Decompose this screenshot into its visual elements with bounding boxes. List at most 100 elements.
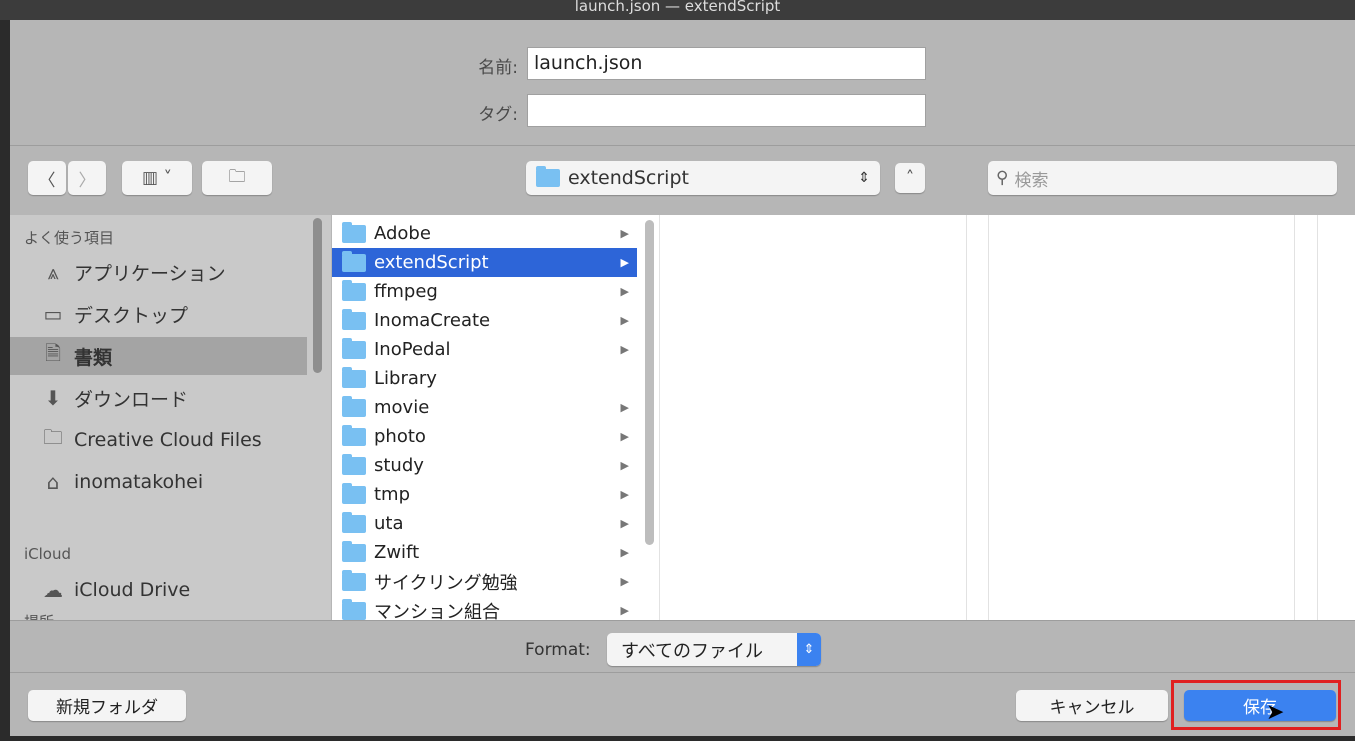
sidebar-item-documents[interactable]: 🗎 書類 [10,337,307,375]
sidebar-item-label: Creative Cloud Files [74,429,262,451]
folder-name: マンション組合 [374,601,500,621]
folder-row[interactable]: InomaCreate ▶ [332,306,637,335]
search-field[interactable]: ⚲ 検索 [988,161,1337,195]
name-field[interactable]: launch.json [527,47,926,80]
sidebar-item-label: inomatakohei [74,471,204,493]
disclosure-arrow-icon: ▶ [620,430,629,443]
column-scrollbar[interactable] [645,220,654,545]
disclosure-arrow-icon: ▶ [620,314,629,327]
save-button[interactable]: 保存 [1184,690,1336,721]
updown-chevron-icon: ⇕ [858,170,870,186]
folder-row[interactable]: study ▶ [332,451,637,480]
folder-name: tmp [374,484,411,505]
name-label: 名前: [478,58,518,78]
location-label: extendScript [568,167,689,189]
disclosure-arrow-icon: ▶ [620,285,629,298]
folder-icon [536,166,560,187]
applications-icon: ⩓ [47,260,59,284]
new-folder-icon-button[interactable]: 🗀 [202,161,272,195]
folder-icon [342,395,366,417]
folder-name: Adobe [374,223,431,244]
home-icon: ⌂ [46,470,60,494]
folder-name: InoPedal [374,339,451,360]
folder-row[interactable]: Library [332,364,637,393]
folder-name: ffmpeg [374,281,438,302]
folder-row[interactable]: extendScript ▶ [332,248,637,277]
sidebar-item-desktop[interactable]: ▭ デスクトップ [10,295,307,333]
sidebar-item-applications[interactable]: ⩓ アプリケーション [10,253,307,291]
cancel-button[interactable]: キャンセル [1016,690,1168,721]
folder-name: photo [374,426,426,447]
chevron-left-icon: 〈 [38,170,56,191]
folder-icon [342,424,366,446]
search-icon: ⚲ [996,168,1009,188]
disclosure-arrow-icon: ▶ [620,604,629,617]
disclosure-arrow-icon: ▶ [620,575,629,588]
disclosure-arrow-icon: ▶ [620,401,629,414]
search-placeholder: 検索 [1014,170,1049,191]
folder-name: Library [374,368,437,389]
column-browser: Adobe ▶ extendScript ▶ ffmpeg ▶ InomaCreate ▶ In… [332,215,1355,620]
folder-icon [342,279,366,301]
location-popup[interactable]: extendScript ⇕ [526,161,880,195]
window-title: launch.json — extendScript [0,0,1355,20]
columns-view-icon: ▥ ˅ [142,168,172,188]
folder-row[interactable]: ffmpeg ▶ [332,277,637,306]
folder-row[interactable]: Adobe ▶ [332,219,637,248]
favorites-header: よく使う項目 [24,229,115,247]
folder-icon [342,598,366,620]
format-value: すべてのファイル [621,640,764,662]
folder-name: Zwift [374,542,420,563]
sidebar-item-icloud-drive[interactable]: ☁ iCloud Drive [10,571,307,609]
folder-row[interactable]: Zwift ▶ [332,538,637,567]
desktop-icon: ▭ [43,302,63,326]
sidebar-item-label: デスクトップ [74,304,189,327]
updown-chevron-icon: ⇕ [797,633,821,666]
folder-row[interactable]: サイクリング勉強 ▶ [332,567,637,596]
new-folder-button[interactable]: 新規フォルダ [28,690,186,721]
sidebar-item-downloads[interactable]: ⬇ ダウンロード [10,379,307,417]
sidebar-item-label: 書類 [74,346,113,369]
format-label: Format: [525,640,591,660]
folder-icon [342,366,366,388]
sidebar-item-label: アプリケーション [74,262,226,285]
downloads-icon: ⬇ [44,386,62,410]
back-button[interactable]: 〈 [28,161,66,195]
folder-row[interactable]: tmp ▶ [332,480,637,509]
folder-row[interactable]: photo ▶ [332,422,637,451]
folder-icon [342,569,366,591]
folder-row[interactable]: InoPedal ▶ [332,335,637,364]
folder-row[interactable]: movie ▶ [332,393,637,422]
sidebar-item-home[interactable]: ⌂ inomatakohei [10,463,307,501]
sidebar-scrollbar[interactable] [313,218,322,373]
forward-button[interactable]: 〉 [68,161,106,195]
folder-name: study [374,455,424,476]
chevron-up-icon: ˄ [905,168,915,188]
sidebar-item-label: ダウンロード [74,388,189,411]
folder-name: extendScript [374,252,489,273]
icloud-header: iCloud [24,545,72,563]
sidebar: よく使う項目 ⩓ アプリケーション ▭ デスクトップ 🗎 書類 ⬇ ダウンロード 🗀 Cr… [10,215,331,620]
new-folder-icon: 🗀 [228,166,246,187]
folder-icon [342,221,366,243]
divider [10,145,1355,146]
format-select[interactable]: すべてのファイル ⇕ [607,633,821,666]
documents-icon: 🗎 [44,341,62,365]
folder-icon [342,250,366,272]
folder-name: movie [374,397,430,418]
folder-row[interactable]: uta ▶ [332,509,637,538]
folder-name: サイクリング勉強 [374,572,518,594]
folder-icon [342,482,366,504]
sidebar-item-creative-cloud[interactable]: 🗀 Creative Cloud Files [10,421,307,459]
disclosure-arrow-icon: ▶ [620,227,629,240]
parent-folder-button[interactable]: ˄ [895,163,925,193]
tag-label: タグ: [478,105,518,125]
folder-row[interactable]: マンション組合 ▶ [332,596,637,620]
disclosure-arrow-icon: ▶ [620,517,629,530]
tag-field[interactable] [527,94,926,127]
view-mode-button[interactable]: ▥ ˅ [122,161,192,195]
folder-icon [342,337,366,359]
divider [10,672,1355,673]
disclosure-arrow-icon: ▶ [620,256,629,269]
folder-icon [342,453,366,475]
